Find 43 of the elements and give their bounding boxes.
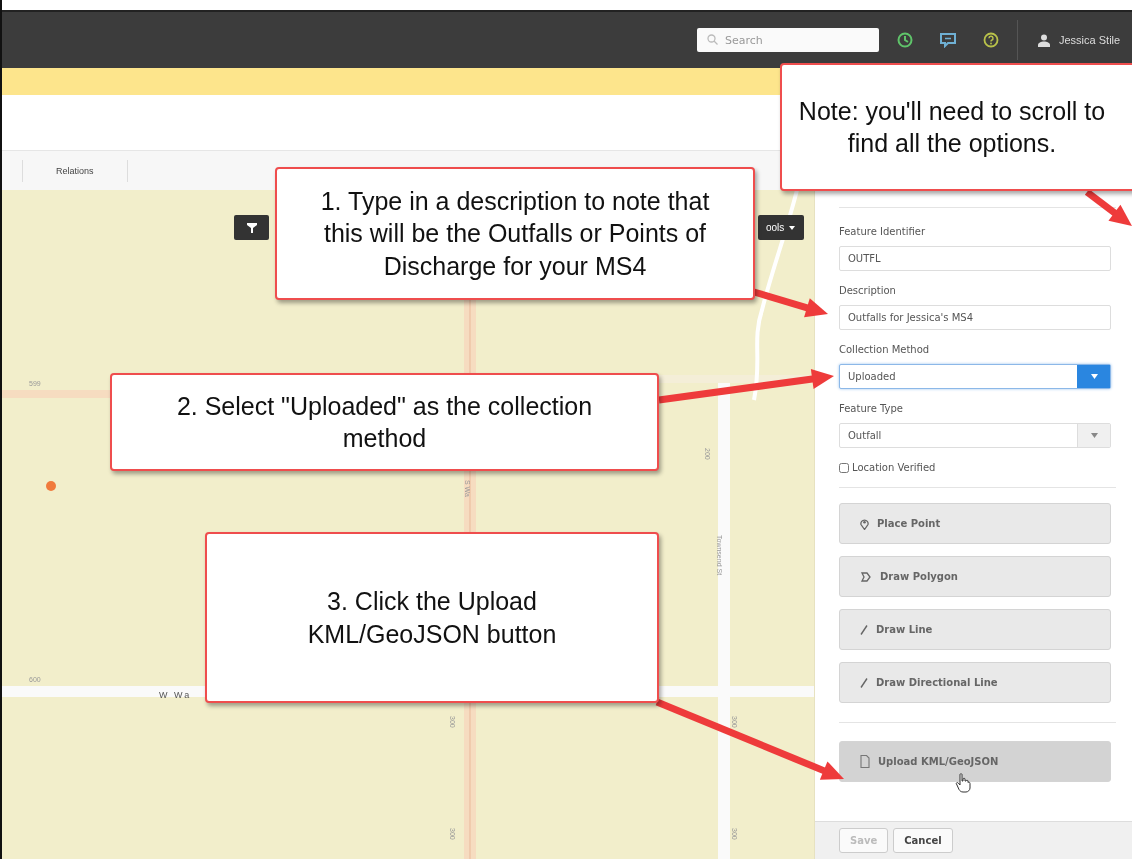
tool-button[interactable]: Place Point: [839, 503, 1111, 544]
callout-note: 1. Type in a description to note that this will be the Outfalls or Points of Discharge for your MS4: [275, 167, 755, 300]
field-label: Feature Type: [839, 403, 904, 414]
tool-button[interactable]: Draw Directional Line: [839, 662, 1111, 703]
line-icon: [860, 624, 868, 635]
dropdown-arrow-icon: [1090, 374, 1098, 379]
search-icon: [707, 34, 718, 45]
caret-icon: [789, 225, 796, 230]
user-icon: [1038, 33, 1050, 47]
tool-button[interactable]: Draw Polygon: [839, 556, 1111, 597]
field-label: Description: [839, 285, 897, 296]
street-label: W Wa: [159, 690, 192, 700]
filter-icon: [246, 222, 257, 233]
checkbox[interactable]: [839, 462, 849, 473]
map-pin-icon: [860, 517, 869, 530]
tab[interactable]: Relations: [22, 159, 128, 182]
tool-button[interactable]: Draw Line: [839, 609, 1111, 650]
file-icon: [860, 755, 870, 768]
select-field[interactable]: Uploaded: [839, 364, 1111, 389]
upload-button[interactable]: Upload KML/GeoJSON: [839, 741, 1111, 782]
chat-icon[interactable]: [939, 32, 957, 48]
callout-note: Note: you'll need to scroll to find all the options.: [780, 63, 1132, 191]
help-icon[interactable]: [983, 32, 999, 48]
checkbox-label: Location Verified: [852, 462, 936, 473]
polygon-icon: [860, 570, 872, 583]
text-field[interactable]: OUTFL: [839, 246, 1111, 271]
tools-dropdown-button[interactable]: ools: [758, 215, 805, 240]
user-name[interactable]: Jessica Stile: [1059, 34, 1121, 46]
hand-cursor-icon: [955, 773, 971, 793]
select-field[interactable]: Outfall: [839, 423, 1111, 448]
callout-arrow: [1084, 189, 1132, 226]
field-label: Collection Method: [839, 344, 931, 355]
clock-icon[interactable]: [897, 32, 913, 48]
callout-note: 3. Click the Upload KML/GeoJSON button: [205, 532, 659, 703]
filter-button[interactable]: [234, 215, 269, 240]
line-icon: [860, 677, 868, 688]
text-field[interactable]: Outfalls for Jessica's MS4: [839, 305, 1111, 330]
field-label: Feature Identifier: [839, 226, 926, 237]
dropdown-arrow-icon: [1090, 433, 1098, 438]
callout-note: 2. Select "Uploaded" as the collection method: [110, 373, 659, 471]
search-field[interactable]: Search: [697, 28, 879, 52]
footer-button[interactable]: Cancel: [893, 828, 953, 853]
map-marker-dot[interactable]: [46, 481, 56, 491]
